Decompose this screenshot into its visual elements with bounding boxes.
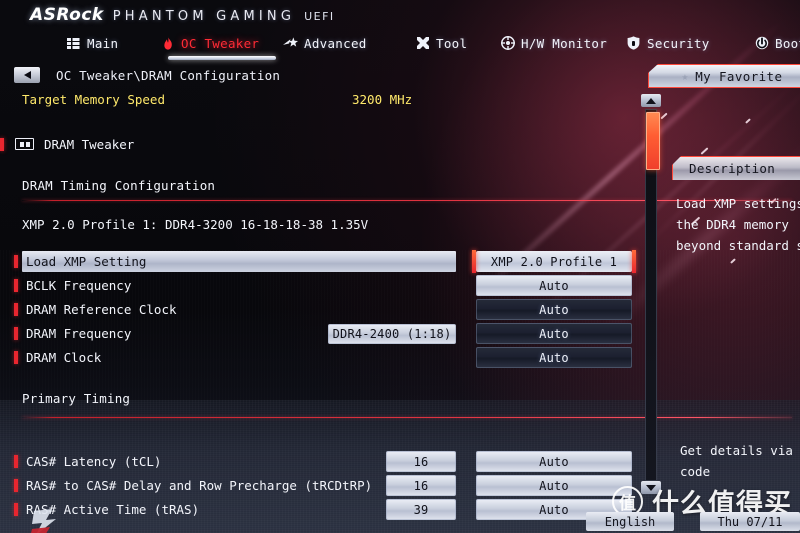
setting-label: DRAM Reference Clock xyxy=(26,302,177,317)
row-tick-icon xyxy=(14,255,18,268)
breadcrumb: OC Tweaker\DRAM Configuration xyxy=(0,64,660,86)
row-tick-icon xyxy=(14,279,18,292)
description-title: Description xyxy=(689,161,776,176)
dimm-module-icon xyxy=(15,138,34,150)
my-favorite-label: My Favorite xyxy=(695,68,783,84)
nav-tab-label: Tool xyxy=(436,35,468,51)
nav-tab-security[interactable]: Security xyxy=(626,30,710,56)
setting-value-bclk-frequency[interactable]: Auto xyxy=(476,275,632,296)
row-tick-icon xyxy=(14,303,18,316)
section-heading-timing-config: DRAM Timing Configuration xyxy=(22,178,216,193)
star-arrow-icon xyxy=(283,36,298,51)
bottom-status-bar: English Thu 07/11 xyxy=(0,507,800,533)
target-memory-speed-row: Target Memory Speed 3200 MHz xyxy=(0,92,640,114)
setting-row-dram-clock[interactable]: DRAM Clock Auto xyxy=(0,346,640,370)
setting-row-bclk-frequency[interactable]: BCLK Frequency Auto xyxy=(0,274,640,298)
asrock-wordmark: ASRock xyxy=(30,5,104,25)
settings-list: Load XMP Setting XMP 2.0 Profile 1 BCLK … xyxy=(0,250,640,370)
nav-tab-label: Advanced xyxy=(304,35,367,51)
nav-tab-hw-monitor[interactable]: H/W Monitor xyxy=(500,30,607,56)
nav-tab-label: H/W Monitor xyxy=(521,35,608,51)
main-navigation: Main OC Tweaker Advanced Tool H/W Monito xyxy=(0,30,800,60)
nav-tab-label: OC Tweaker xyxy=(181,35,260,51)
nav-tab-label: Security xyxy=(647,35,710,51)
target-icon xyxy=(500,36,515,51)
language-label: English xyxy=(604,514,656,529)
row-tick-icon xyxy=(14,327,18,340)
section-heading-primary-timing: Primary Timing xyxy=(22,391,131,406)
setting-label: DRAM Clock xyxy=(26,350,102,365)
target-memory-speed-label: Target Memory Speed xyxy=(22,92,165,107)
scroll-up-button[interactable] xyxy=(641,94,661,107)
brand-header: ASRock PHANTOM GAMING UEFI xyxy=(0,0,800,28)
power-icon xyxy=(754,36,769,51)
description-line: beyond standard s xyxy=(676,238,800,253)
language-selector[interactable]: English xyxy=(586,512,674,531)
row-tick-icon xyxy=(14,455,18,468)
description-panel: Description Load XMP settings the DDR4 m… xyxy=(672,156,800,256)
star-icon: ★ xyxy=(681,69,689,83)
setting-value-dram-reference-clock[interactable]: Auto xyxy=(476,299,632,320)
active-tab-underline xyxy=(168,56,276,60)
back-triangle-icon xyxy=(23,71,31,79)
qr-hint-line: Get details via xyxy=(680,443,793,458)
grid-icon xyxy=(66,36,81,51)
row-tick-icon xyxy=(14,479,18,492)
setting-value-dram-clock[interactable]: Auto xyxy=(476,347,632,368)
nav-tab-advanced[interactable]: Advanced xyxy=(283,30,367,56)
target-memory-speed-value: 3200 MHz xyxy=(352,92,413,107)
section-divider xyxy=(22,417,792,418)
timing-current-trcdtrp: 16 xyxy=(386,475,456,496)
phantom-gaming-wordmark: PHANTOM GAMING xyxy=(112,9,296,24)
uefi-wordmark: UEFI xyxy=(304,10,335,23)
brand-logo: ASRock PHANTOM GAMING UEFI xyxy=(30,5,335,25)
nav-tab-boot[interactable]: Boot xyxy=(754,30,800,56)
nav-tab-main[interactable]: Main xyxy=(66,30,118,56)
wrench-cross-icon xyxy=(415,36,430,51)
nav-tab-label: Main xyxy=(87,35,119,51)
nav-tab-oc-tweaker[interactable]: OC Tweaker xyxy=(160,30,259,56)
setting-label: BCLK Frequency xyxy=(26,278,132,293)
timing-row-trcdtrp[interactable]: RAS# to CAS# Delay and Row Precharge (tR… xyxy=(0,474,640,498)
setting-row-dram-frequency[interactable]: DRAM Frequency DDR4-2400 (1:18) Auto xyxy=(0,322,640,346)
row-tick-icon xyxy=(14,351,18,364)
my-favorite-tab[interactable]: ★ My Favorite xyxy=(648,64,800,88)
setting-subvalue-dram-frequency: DDR4-2400 (1:18) xyxy=(328,324,456,344)
dram-tweaker-label: DRAM Tweaker xyxy=(44,136,135,152)
setting-row-dram-reference-clock[interactable]: DRAM Reference Clock Auto xyxy=(0,298,640,322)
setting-label: DRAM Frequency xyxy=(26,326,132,341)
setting-value-load-xmp[interactable]: XMP 2.0 Profile 1 xyxy=(472,250,636,273)
nav-tab-label: Boot xyxy=(775,35,800,51)
scrollbar-thumb[interactable] xyxy=(646,112,660,170)
qr-code-hint: Get details via code xyxy=(680,440,800,482)
dram-tweaker-item[interactable]: DRAM Tweaker xyxy=(0,134,134,154)
setting-value-dram-frequency[interactable]: Auto xyxy=(476,323,632,344)
timing-value-trcdtrp[interactable]: Auto xyxy=(476,475,632,496)
datetime-label: Thu 07/11 xyxy=(717,514,783,529)
timing-label: CAS# Latency (tCL) xyxy=(26,454,162,469)
description-line: the DDR4 memory xyxy=(676,217,789,232)
setting-label: Load XMP Setting xyxy=(26,254,147,269)
qr-hint-line: code xyxy=(680,464,711,479)
uefi-screen: ASRock PHANTOM GAMING UEFI Main OC Tweak… xyxy=(0,0,800,533)
timing-current-cas-latency: 16 xyxy=(386,451,456,472)
nav-tab-tool[interactable]: Tool xyxy=(415,30,467,56)
datetime-display[interactable]: Thu 07/11 xyxy=(700,512,800,531)
row-tick-icon xyxy=(0,137,4,151)
setting-row-load-xmp[interactable]: Load XMP Setting XMP 2.0 Profile 1 xyxy=(0,250,640,274)
flame-icon xyxy=(160,36,175,51)
timing-value-cas-latency[interactable]: Auto xyxy=(476,451,632,472)
settings-scrollbar[interactable] xyxy=(641,94,661,494)
description-header: Description xyxy=(672,156,800,180)
phantom-gaming-emblem xyxy=(26,507,70,533)
xmp-profile-summary: XMP 2.0 Profile 1: DDR4-3200 16-18-18-38… xyxy=(22,217,369,232)
timing-row-cas-latency[interactable]: CAS# Latency (tCL) 16 Auto xyxy=(0,450,640,474)
timing-label: RAS# to CAS# Delay and Row Precharge (tR… xyxy=(26,478,373,493)
shield-icon xyxy=(626,36,641,51)
breadcrumb-path: OC Tweaker\DRAM Configuration xyxy=(56,67,281,83)
description-body: Load XMP settings the DDR4 memory beyond… xyxy=(672,193,800,256)
back-button[interactable] xyxy=(14,67,40,83)
description-line: Load XMP settings xyxy=(676,196,800,211)
scroll-up-icon xyxy=(646,97,656,104)
